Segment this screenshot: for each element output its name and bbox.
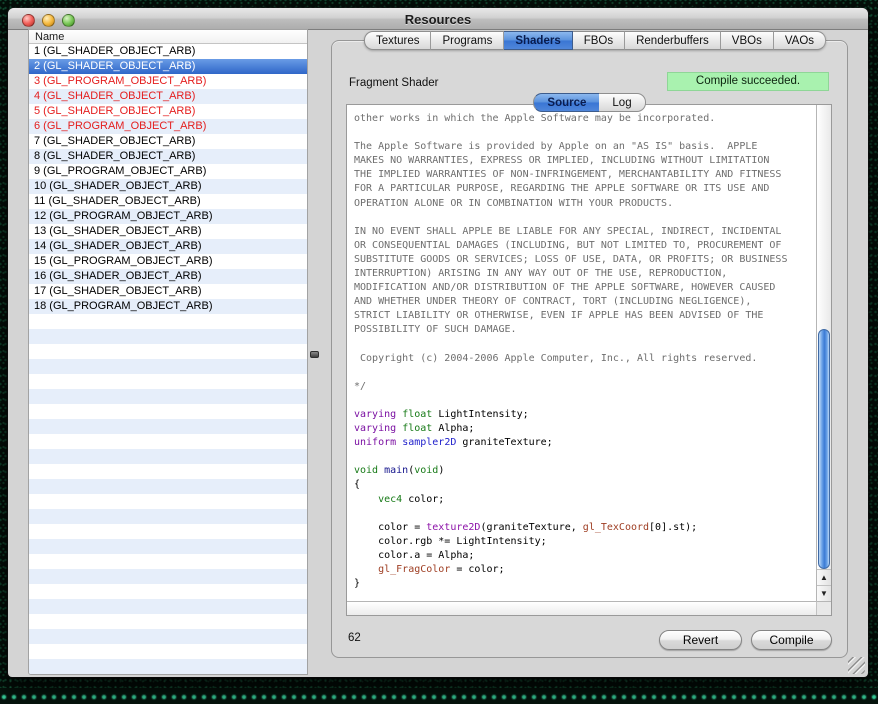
list-item[interactable]: 9 (GL_PROGRAM_OBJECT_ARB) xyxy=(29,164,307,179)
tab-renderbuffers[interactable]: Renderbuffers xyxy=(625,31,721,50)
scroll-down-icon[interactable]: ▼ xyxy=(817,585,831,601)
desktop-pattern xyxy=(0,688,878,704)
list-item[interactable]: 12 (GL_PROGRAM_OBJECT_ARB) xyxy=(29,209,307,224)
shader-type-label: Fragment Shader xyxy=(349,77,439,89)
source-line: */ xyxy=(354,380,816,394)
revert-button[interactable]: Revert xyxy=(659,630,742,650)
compile-status-badge: Compile succeeded. xyxy=(667,72,829,91)
source-line: } xyxy=(354,577,816,591)
source-line: Copyright (c) 2004-2006 Apple Computer, … xyxy=(354,352,816,366)
list-item[interactable]: 8 (GL_SHADER_OBJECT_ARB) xyxy=(29,149,307,164)
source-line: vec4 color; xyxy=(354,493,816,507)
source-line: { xyxy=(354,478,816,492)
list-item[interactable]: 18 (GL_PROGRAM_OBJECT_ARB) xyxy=(29,299,307,314)
list-item[interactable]: 17 (GL_SHADER_OBJECT_ARB) xyxy=(29,284,307,299)
list-item[interactable]: 14 (GL_SHADER_OBJECT_ARB) xyxy=(29,239,307,254)
source-line: IN NO EVENT SHALL APPLE BE LIABLE FOR AN… xyxy=(354,225,816,239)
source-line: THE IMPLIED WARRANTIES OF NON-INFRINGEME… xyxy=(354,168,816,182)
resource-list-rows: 1 (GL_SHADER_OBJECT_ARB)2 (GL_SHADER_OBJ… xyxy=(29,44,307,314)
resize-grip-icon[interactable] xyxy=(848,657,865,674)
source-line: gl_FragColor = color; xyxy=(354,563,816,577)
list-item[interactable]: 7 (GL_SHADER_OBJECT_ARB) xyxy=(29,134,307,149)
source-line: STRICT LIABILITY OR OTHERWISE, EVEN IF A… xyxy=(354,309,816,323)
list-item[interactable]: 5 (GL_SHADER_OBJECT_ARB) xyxy=(29,104,307,119)
tab-shaders[interactable]: Shaders xyxy=(504,31,572,50)
source-line xyxy=(354,338,816,352)
source-line xyxy=(354,394,816,408)
source-line: varying float Alpha; xyxy=(354,422,816,436)
horizontal-scrollbar[interactable] xyxy=(347,601,816,615)
tab-log[interactable]: Log xyxy=(599,93,645,112)
source-line: OPERATION ALONE OR IN COMBINATION WITH Y… xyxy=(354,197,816,211)
source-line: AND WHETHER UNDER THEORY OF CONTRACT, TO… xyxy=(354,295,816,309)
list-item[interactable]: 2 (GL_SHADER_OBJECT_ARB) xyxy=(29,59,307,74)
shader-source-text[interactable]: other works in which the Apple Software … xyxy=(347,105,816,601)
shader-source-editor[interactable]: other works in which the Apple Software … xyxy=(346,104,832,616)
scrollbar-corner xyxy=(816,601,831,615)
source-line: The Apple Software is provided by Apple … xyxy=(354,140,816,154)
name-column-header[interactable]: Name xyxy=(29,30,307,44)
source-line: varying float LightIntensity; xyxy=(354,408,816,422)
tab-vaos[interactable]: VAOs xyxy=(774,31,826,50)
tab-textures[interactable]: Textures xyxy=(364,31,431,50)
tab-programs[interactable]: Programs xyxy=(431,31,504,50)
shader-id-label: 62 xyxy=(348,632,361,644)
list-item[interactable]: 16 (GL_SHADER_OBJECT_ARB) xyxy=(29,269,307,284)
source-line xyxy=(354,126,816,140)
source-line: OR CONSEQUENTIAL DAMAGES (INCLUDING, BUT… xyxy=(354,239,816,253)
source-log-switch: Source Log xyxy=(332,93,847,112)
splitter-grabber-icon[interactable] xyxy=(310,351,319,358)
list-item[interactable]: 15 (GL_PROGRAM_OBJECT_ARB) xyxy=(29,254,307,269)
list-item[interactable]: 3 (GL_PROGRAM_OBJECT_ARB) xyxy=(29,74,307,89)
source-line xyxy=(354,211,816,225)
source-line: SUBSTITUTE GOODS OR SERVICES; LOSS OF US… xyxy=(354,253,816,267)
tab-source[interactable]: Source xyxy=(533,93,599,112)
resource-list: Name 1 (GL_SHADER_OBJECT_ARB)2 (GL_SHADE… xyxy=(28,29,308,675)
compile-button[interactable]: Compile xyxy=(751,630,832,650)
source-line: color.a = Alpha; xyxy=(354,549,816,563)
list-item[interactable]: 13 (GL_SHADER_OBJECT_ARB) xyxy=(29,224,307,239)
list-item[interactable]: 4 (GL_SHADER_OBJECT_ARB) xyxy=(29,89,307,104)
source-line: POSSIBILITY OF SUCH DAMAGE. xyxy=(354,323,816,337)
resources-window: Resources Name 1 (GL_SHADER_OBJECT_ARB)2… xyxy=(8,8,868,677)
shaders-panel: Fragment Shader Compile succeeded. Sourc… xyxy=(331,40,848,658)
title-bar[interactable]: Resources xyxy=(8,8,868,30)
source-line: MAKES NO WARRANTIES, EXPRESS OR IMPLIED,… xyxy=(354,154,816,168)
resource-tab-bar: TexturesProgramsShadersFBOsRenderbuffers… xyxy=(364,31,826,50)
list-item[interactable]: 11 (GL_SHADER_OBJECT_ARB) xyxy=(29,194,307,209)
scroll-up-icon[interactable]: ▲ xyxy=(817,569,831,585)
source-line xyxy=(354,366,816,380)
source-line xyxy=(354,450,816,464)
scrollbar-arrows: ▲ ▼ xyxy=(817,569,831,601)
vertical-scrollbar-thumb[interactable] xyxy=(818,329,830,569)
tab-vbos[interactable]: VBOs xyxy=(721,31,774,50)
source-line: color.rgb *= LightIntensity; xyxy=(354,535,816,549)
source-line: FOR A PARTICULAR PURPOSE, REGARDING THE … xyxy=(354,182,816,196)
source-line: MODIFICATION AND/OR DISTRIBUTION OF THE … xyxy=(354,281,816,295)
source-line: uniform sampler2D graniteTexture; xyxy=(354,436,816,450)
window-title: Resources xyxy=(8,12,868,27)
source-line: color = texture2D(graniteTexture, gl_Tex… xyxy=(354,521,816,535)
source-line: void main(void) xyxy=(354,464,816,478)
source-line xyxy=(354,507,816,521)
list-item[interactable]: 6 (GL_PROGRAM_OBJECT_ARB) xyxy=(29,119,307,134)
source-line: INTERRUPTION) ARISING IN ANY WAY OUT OF … xyxy=(354,267,816,281)
source-line: other works in which the Apple Software … xyxy=(354,112,816,126)
tab-fbos[interactable]: FBOs xyxy=(573,31,625,50)
list-item[interactable]: 10 (GL_SHADER_OBJECT_ARB) xyxy=(29,179,307,194)
resource-list-empty-area xyxy=(29,314,307,674)
vertical-scrollbar[interactable]: ▲ ▼ xyxy=(816,105,831,601)
list-item[interactable]: 1 (GL_SHADER_OBJECT_ARB) xyxy=(29,44,307,59)
